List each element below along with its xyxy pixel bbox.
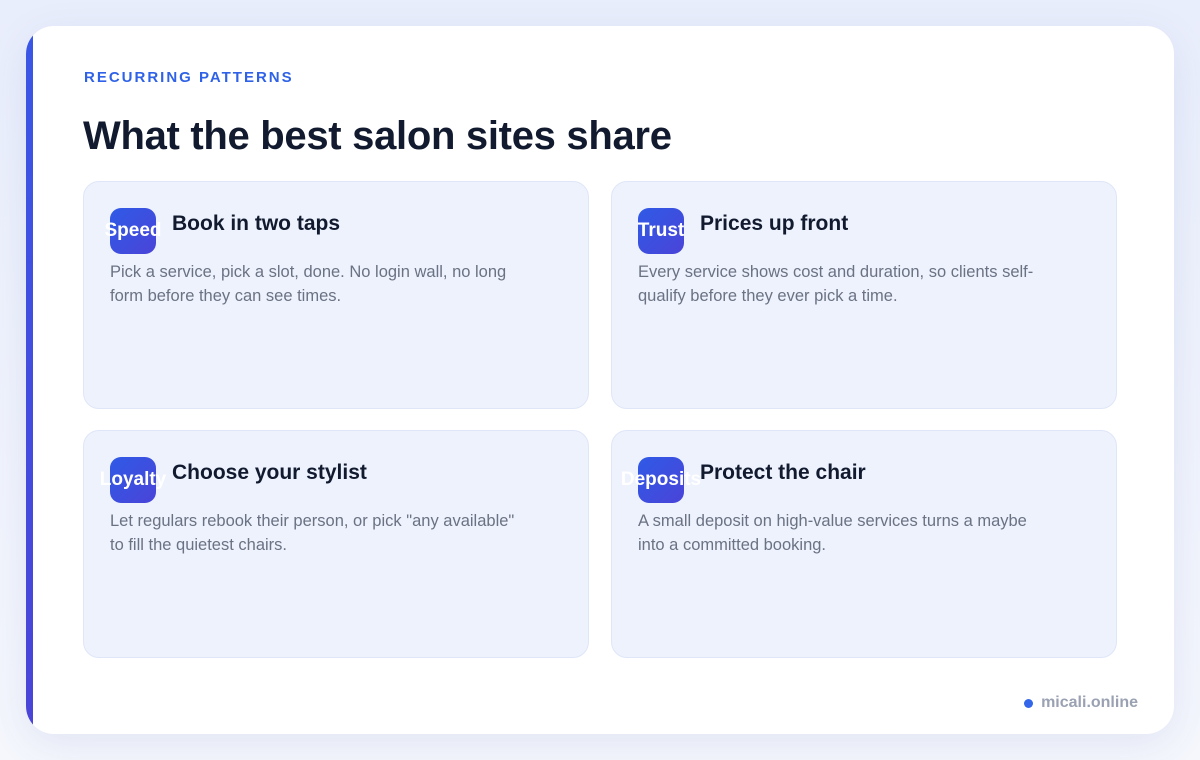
dot-icon — [1024, 698, 1034, 708]
feature-card-trust: Trust Prices up front Every service show… — [611, 181, 1117, 409]
feature-card-speed: Speed Book in two taps Pick a service, p… — [83, 181, 589, 409]
deposits-badge-icon: Deposits — [621, 457, 701, 503]
feature-title: Prices up front — [700, 212, 849, 235]
feature-description: A small deposit on high-value services t… — [638, 512, 1027, 554]
speed-badge-icon: Speed — [104, 208, 162, 254]
eyebrow-label: RECURRING PATTERNS — [84, 69, 294, 86]
slide-card: RECURRING PATTERNS What the best salon s… — [26, 26, 1174, 734]
feature-card-deposits: Deposits Protect the chair A small depos… — [611, 430, 1117, 658]
badge-label: Speed — [104, 220, 162, 241]
loyalty-badge-icon: Loyalty — [100, 457, 166, 503]
feature-grid: Speed Book in two taps Pick a service, p… — [83, 181, 1117, 658]
badge-label: Loyalty — [99, 469, 167, 490]
feature-title: Protect the chair — [700, 461, 866, 484]
feature-title: Book in two taps — [172, 212, 340, 235]
badge-label: Trust — [637, 220, 685, 241]
feature-title: Choose your stylist — [172, 461, 367, 484]
feature-description: Pick a service, pick a slot, done. No lo… — [110, 263, 507, 305]
feature-description: Every service shows cost and duration, s… — [638, 263, 1034, 305]
badge-label: Deposits — [620, 469, 702, 490]
trust-badge-icon: Trust — [638, 208, 684, 254]
feature-description: Let regulars rebook their person, or pic… — [110, 512, 515, 554]
page-title: What the best salon sites share — [83, 114, 672, 158]
footer-brand: micali.online — [1024, 694, 1138, 712]
site-label: micali.online — [1041, 694, 1138, 711]
accent-bar — [26, 26, 33, 734]
feature-card-loyalty: Loyalty Choose your stylist Let regulars… — [83, 430, 589, 658]
